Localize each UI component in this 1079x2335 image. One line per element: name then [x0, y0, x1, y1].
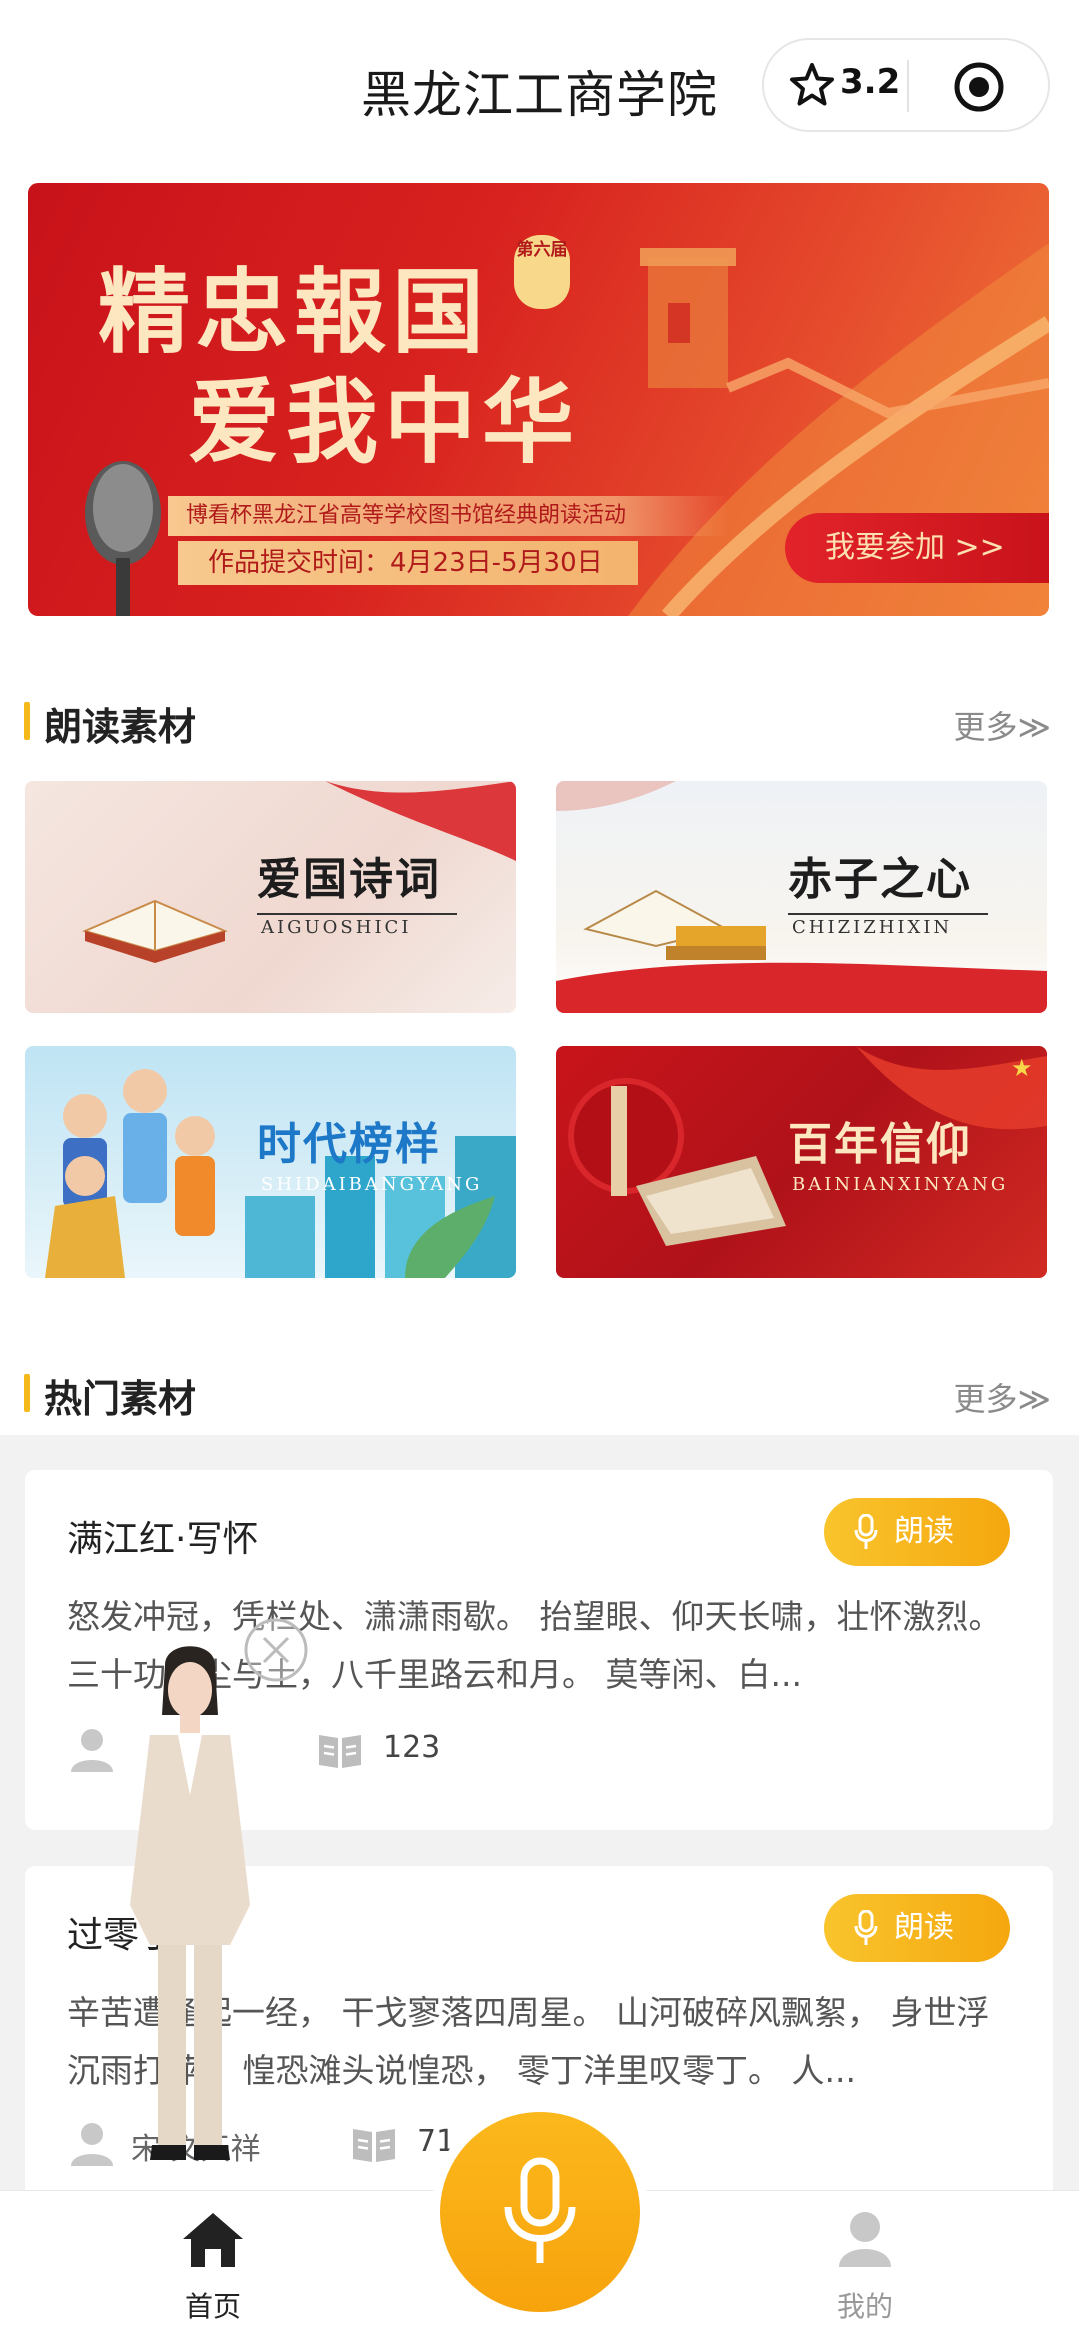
- star-icon[interactable]: [786, 59, 838, 111]
- tab-home[interactable]: 首页: [143, 2209, 283, 2325]
- user-icon: [71, 1729, 113, 1772]
- microphone-icon: [854, 1910, 878, 1945]
- book-icon: [319, 1735, 361, 1768]
- material-title: 百年信仰: [788, 1119, 972, 1170]
- material-card-bainianxinyang[interactable]: ★ 百年信仰 BAINIANXINYANG: [556, 1046, 1047, 1278]
- target-icon[interactable]: [951, 59, 1007, 115]
- title-underline: [788, 913, 988, 915]
- section-accent-bar: [24, 702, 30, 740]
- more-link[interactable]: 更多≫: [953, 702, 1051, 748]
- hot-section-header: 热门素材 更多≫: [0, 1362, 1079, 1422]
- tab-label: 首页: [184, 2290, 241, 2323]
- material-pinyin: BAINIANXINYANG: [792, 1174, 1009, 1195]
- tab-mine[interactable]: 我的: [795, 2209, 935, 2325]
- read-aloud-button[interactable]: 朗读: [824, 1894, 1010, 1962]
- capsule-divider: [907, 60, 909, 112]
- banner-title-line2: 爱我中华: [188, 368, 581, 476]
- microphone-icon: [504, 2157, 576, 2263]
- person-icon: [839, 2212, 891, 2267]
- material-card-shidaibangyang[interactable]: 时代榜样 SHIDAIBANGYANG: [25, 1046, 516, 1278]
- material-title: 赤子之心: [788, 854, 972, 905]
- edition-seal: 第六届: [514, 235, 570, 309]
- read-count: 123: [383, 1730, 441, 1765]
- microphone-icon: [854, 1514, 878, 1549]
- book-icon: [353, 2129, 395, 2162]
- user-icon: [71, 2123, 113, 2166]
- material-title: 爱国诗词: [257, 854, 441, 905]
- poem-title: 满江红·写怀: [67, 1519, 259, 1560]
- tab-label: 我的: [836, 2290, 893, 2323]
- activity-name: 博看杯黑龙江省高等学校图书馆经典朗读活动: [168, 496, 728, 536]
- record-button[interactable]: [440, 2112, 640, 2312]
- material-card-aiguoshici[interactable]: 爱国诗词 AIGUOSHICI: [25, 781, 516, 1013]
- title-underline: [257, 913, 457, 915]
- material-pinyin: AIGUOSHICI: [261, 917, 412, 938]
- virtual-presenter[interactable]: [110, 1645, 270, 2175]
- read-aloud-button[interactable]: 朗读: [824, 1498, 1010, 1566]
- submission-deadline: 作品提交时间：4月23日-5月30日: [178, 541, 638, 585]
- svg-text:★: ★: [1011, 1054, 1033, 1082]
- more-link[interactable]: 更多≫: [953, 1374, 1051, 1420]
- reading-section-header: 朗读素材 更多≫: [0, 690, 1079, 750]
- section-title: 热门素材: [44, 1377, 197, 1421]
- material-pinyin: CHIZIZHIXIN: [792, 917, 953, 938]
- material-title: 时代榜样: [257, 1119, 441, 1170]
- section-title: 朗读素材: [44, 705, 197, 749]
- join-button[interactable]: 我要参加 >>: [785, 513, 1049, 583]
- material-card-chizizhixin[interactable]: 赤子之心 CHIZIZHIXIN: [556, 781, 1047, 1013]
- section-accent-bar: [24, 1374, 30, 1412]
- header: 黑龙江工商学院 3.2: [0, 0, 1079, 175]
- event-banner[interactable]: 精忠報国 爱我中华 第六届 博看杯黑龙江省高等学校图书馆经典朗读活动 作品提交时…: [28, 183, 1049, 616]
- home-icon: [183, 2213, 243, 2267]
- mini-program-capsule: 3.2: [762, 38, 1050, 132]
- material-pinyin: SHIDAIBANGYANG: [261, 1174, 483, 1195]
- read-label: 朗读: [894, 1514, 954, 1549]
- read-label: 朗读: [894, 1910, 954, 1945]
- rating-value: 3.2: [840, 62, 901, 102]
